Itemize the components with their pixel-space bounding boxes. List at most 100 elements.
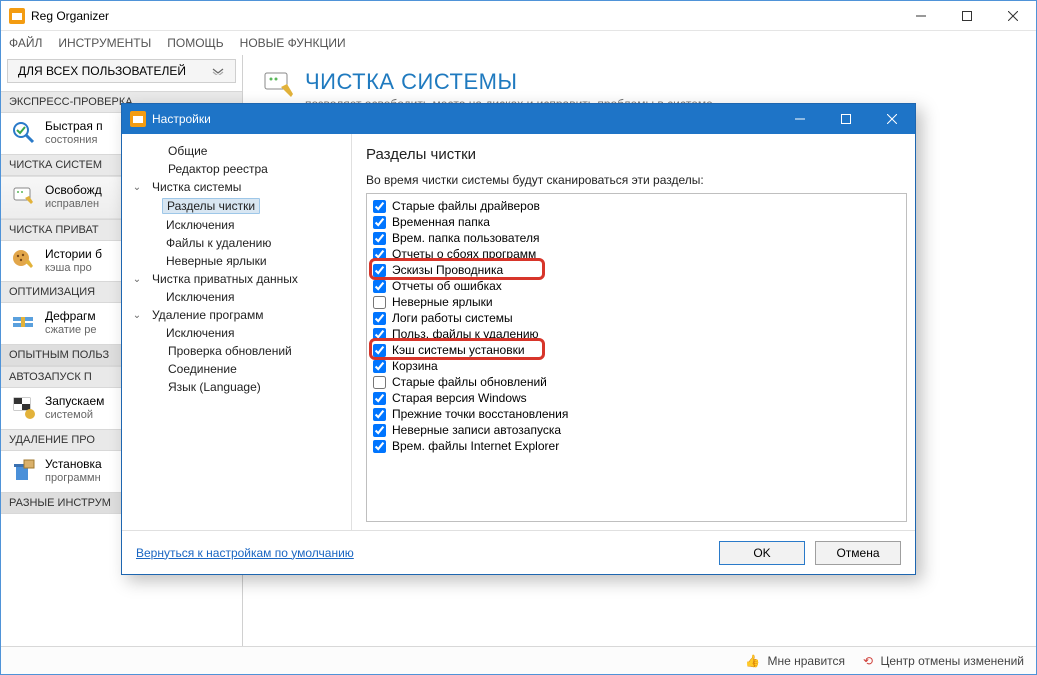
check-item-label: Отчеты об ошибках [392,279,502,293]
check-item[interactable]: Отчеты о сбоях программ [373,246,900,262]
tree-privacy-clean[interactable]: ⌄Чистка приватных данных [130,270,347,288]
undo-label: Центр отмены изменений [880,654,1024,668]
page-title: ЧИСТКА СИСТЕМЫ [305,69,716,95]
minimize-button[interactable] [898,1,944,30]
check-item[interactable]: Кэш системы установки [373,342,900,358]
settings-tree[interactable]: Общие Редактор реестра ⌄Чистка системы Р… [122,134,352,530]
chevron-down-icon [211,67,225,75]
tree-uninstall-exclusions[interactable]: Исключения [162,324,347,342]
cancel-button[interactable]: Отмена [815,541,901,565]
check-item-checkbox[interactable] [373,248,386,261]
check-item-checkbox[interactable] [373,232,386,245]
trash-box-icon [11,458,37,484]
check-item-checkbox[interactable] [373,264,386,277]
check-item-checkbox[interactable] [373,440,386,453]
check-item[interactable]: Польз. файлы к удалению [373,326,900,342]
reset-defaults-link[interactable]: Вернуться к настройкам по умолчанию [136,546,709,560]
chevron-down-icon[interactable]: ⌄ [130,274,144,285]
check-item-checkbox[interactable] [373,312,386,325]
dialog-app-icon [130,111,146,127]
tree-privacy-exclusions[interactable]: Исключения [162,288,347,306]
dialog-maximize-button[interactable] [823,104,869,134]
check-item-checkbox[interactable] [373,392,386,405]
autorun-line2: системой [45,409,104,423]
opt-line1: Дефрагм [45,309,96,324]
check-item-checkbox[interactable] [373,424,386,437]
close-button[interactable] [990,1,1036,30]
dialog-controls [777,104,915,134]
check-item-checkbox[interactable] [373,376,386,389]
check-item-label: Кэш системы установки [392,343,525,357]
check-item-checkbox[interactable] [373,408,386,421]
check-item[interactable]: Старые файлы обновлений [373,374,900,390]
check-item[interactable]: Старая версия Windows [373,390,900,406]
check-item[interactable]: Эскизы Проводника [373,262,900,278]
check-item-checkbox[interactable] [373,360,386,373]
check-item[interactable]: Корзина [373,358,900,374]
check-item-checkbox[interactable] [373,216,386,229]
menu-help[interactable]: ПОМОЩЬ [167,36,223,50]
tree-clean-sections[interactable]: Разделы чистки [162,196,347,216]
check-item-checkbox[interactable] [373,296,386,309]
check-item[interactable]: Врем. папка пользователя [373,230,900,246]
tree-updates-check[interactable]: Проверка обновлений [146,342,347,360]
menu-new-functions[interactable]: НОВЫЕ ФУНКЦИИ [240,36,346,50]
privacy-line2: кэша про [45,262,102,276]
check-item-label: Врем. файлы Internet Explorer [392,439,559,453]
check-item[interactable]: Отчеты об ошибках [373,278,900,294]
check-item[interactable]: Старые файлы драйверов [373,198,900,214]
check-item[interactable]: Логи работы системы [373,310,900,326]
dialog-minimize-button[interactable] [777,104,823,134]
check-list[interactable]: Старые файлы драйверовВременная папкаВре… [367,194,906,521]
check-item-checkbox[interactable] [373,200,386,213]
tree-general[interactable]: Общие [146,142,347,160]
check-item-checkbox[interactable] [373,344,386,357]
tree-language[interactable]: Язык (Language) [146,378,347,396]
undo-center-button[interactable]: ⟲ Центр отмены изменений [863,654,1024,668]
clean-line1: Освобожд [45,183,102,198]
tree-clean-exclusions[interactable]: Исключения [162,216,347,234]
tree-files-to-delete[interactable]: Файлы к удалению [162,234,347,252]
user-scope-dropdown[interactable]: ДЛЯ ВСЕХ ПОЛЬЗОВАТЕЛЕЙ [7,59,236,83]
check-item-checkbox[interactable] [373,328,386,341]
chevron-down-icon[interactable]: ⌄ [130,310,144,321]
undo-icon: ⟲ [863,654,873,668]
tree-uninstall[interactable]: ⌄Удаление программ [130,306,347,324]
dialog-close-button[interactable] [869,104,915,134]
check-item-label: Старые файлы драйверов [392,199,540,213]
statusbar: 👍 Мне нравится ⟲ Центр отмены изменений [1,646,1036,674]
check-item-label: Эскизы Проводника [392,263,503,277]
check-item[interactable]: Неверные ярлыки [373,294,900,310]
maximize-button[interactable] [944,1,990,30]
right-description: Во время чистки системы будут сканироват… [366,173,907,187]
defrag-icon [11,311,37,337]
check-item-label: Прежние точки восстановления [392,407,568,421]
thumb-up-icon: 👍 [745,654,760,668]
tree-bad-shortcuts[interactable]: Неверные ярлыки [162,252,347,270]
main-window: Reg Organizer ФАЙЛ ИНСТРУМЕНТЫ ПОМОЩЬ НО… [0,0,1037,675]
clean-line2: исправлен [45,198,102,212]
check-item-label: Отчеты о сбоях программ [392,247,536,261]
main-titlebar: Reg Organizer [1,1,1036,31]
check-item[interactable]: Врем. файлы Internet Explorer [373,438,900,454]
menu-tools[interactable]: ИНСТРУМЕНТЫ [58,36,151,50]
page-broom-icon [263,69,295,101]
check-list-container: Старые файлы драйверовВременная папкаВре… [366,193,907,522]
check-item-label: Временная папка [392,215,490,229]
check-item-checkbox[interactable] [373,280,386,293]
check-item-label: Логи работы системы [392,311,513,325]
check-item[interactable]: Неверные записи автозапуска [373,422,900,438]
dialog-footer: Вернуться к настройкам по умолчанию OK О… [122,530,915,574]
privacy-line1: Истории б [45,247,102,262]
like-button[interactable]: 👍 Мне нравится [745,654,845,668]
check-item-label: Корзина [392,359,438,373]
tree-connection[interactable]: Соединение [146,360,347,378]
tree-registry-editor[interactable]: Редактор реестра [146,160,347,178]
express-line2: состояния [45,134,103,148]
check-item[interactable]: Прежние точки восстановления [373,406,900,422]
menu-file[interactable]: ФАЙЛ [9,36,42,50]
chevron-down-icon[interactable]: ⌄ [130,182,144,193]
check-item[interactable]: Временная папка [373,214,900,230]
ok-button[interactable]: OK [719,541,805,565]
tree-system-clean[interactable]: ⌄Чистка системы [130,178,347,196]
